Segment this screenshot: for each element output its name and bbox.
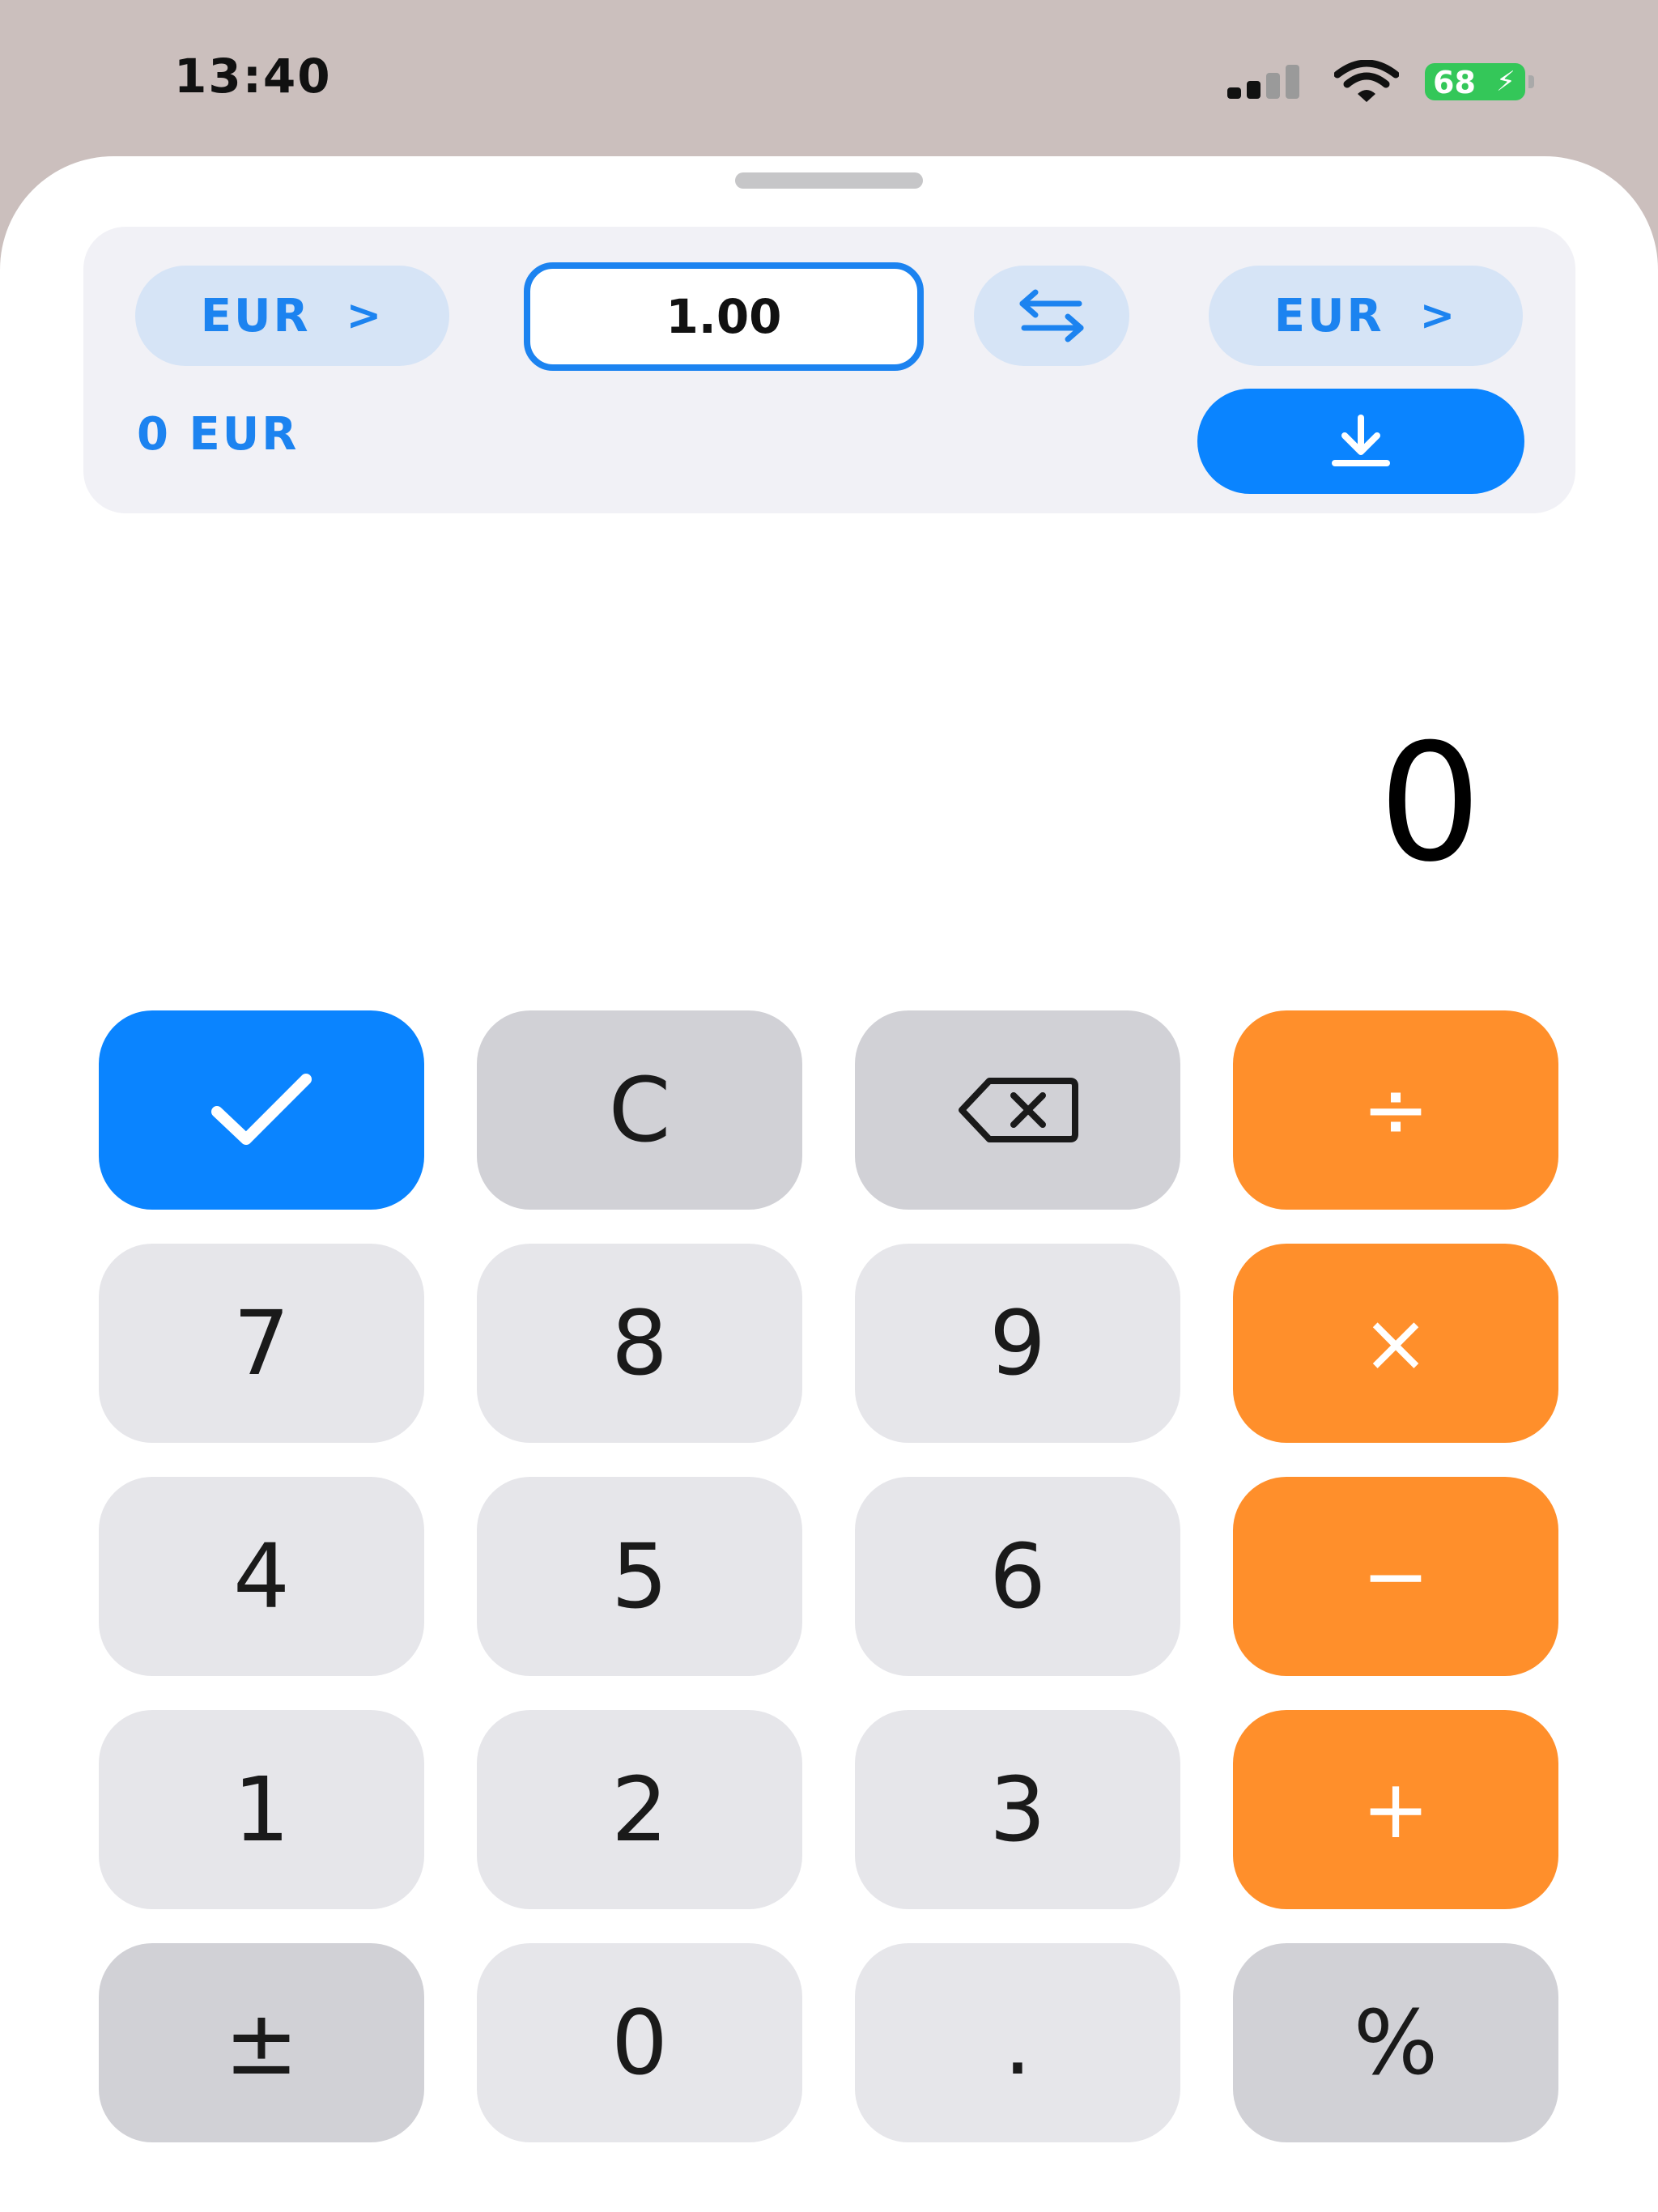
swap-currencies-button[interactable] xyxy=(974,266,1129,366)
confirm-button[interactable] xyxy=(99,1010,424,1210)
digit-3-button[interactable]: 3 xyxy=(855,1710,1180,1909)
status-bar: 13:40 68 ⚡ xyxy=(0,0,1658,158)
currency-converter-card: EUR > EUR > 0 EUR xyxy=(83,227,1575,513)
digit-0-button[interactable]: 0 xyxy=(477,1943,802,2142)
apply-conversion-button[interactable] xyxy=(1197,389,1524,494)
calculator-sheet: EUR > EUR > 0 EUR 0 xyxy=(0,156,1658,2212)
signal-icon xyxy=(1227,63,1305,99)
subtract-button[interactable]: − xyxy=(1233,1477,1558,1676)
digit-7-button[interactable]: 7 xyxy=(99,1244,424,1443)
keypad: C ÷ 7 8 9 × 4 5 6 − 1 2 3 + ± 0 . % xyxy=(99,1010,1558,2142)
to-currency-button[interactable]: EUR > xyxy=(1209,266,1523,366)
digit-2-button[interactable]: 2 xyxy=(477,1710,802,1909)
chevron-right-icon: > xyxy=(346,291,385,340)
bolt-icon: ⚡ xyxy=(1496,66,1516,98)
percent-button[interactable]: % xyxy=(1233,1943,1558,2142)
swap-arrows-icon xyxy=(1019,289,1084,342)
calculator-display: 0 xyxy=(1378,709,1482,898)
add-button[interactable]: + xyxy=(1233,1710,1558,1909)
from-currency-button[interactable]: EUR > xyxy=(135,266,449,366)
to-currency-label: EUR xyxy=(1273,289,1384,342)
wifi-icon xyxy=(1333,59,1400,102)
digit-9-button[interactable]: 9 xyxy=(855,1244,1180,1443)
chevron-right-icon: > xyxy=(1419,291,1458,340)
digit-5-button[interactable]: 5 xyxy=(477,1477,802,1676)
digit-6-button[interactable]: 6 xyxy=(855,1477,1180,1676)
backspace-button[interactable] xyxy=(855,1010,1180,1210)
backspace-icon xyxy=(959,1078,1078,1142)
digit-1-button[interactable]: 1 xyxy=(99,1710,424,1909)
amount-input[interactable] xyxy=(524,262,924,371)
sheet-grabber[interactable] xyxy=(735,172,923,189)
digit-4-button[interactable]: 4 xyxy=(99,1477,424,1676)
clear-button[interactable]: C xyxy=(477,1010,802,1210)
download-arrow-icon xyxy=(1332,415,1390,466)
digit-8-button[interactable]: 8 xyxy=(477,1244,802,1443)
battery-charging-icon: 68 ⚡ xyxy=(1425,63,1535,100)
decimal-point-button[interactable]: . xyxy=(855,1943,1180,2142)
checkmark-icon xyxy=(211,1074,312,1145)
battery-level: 68 xyxy=(1433,65,1476,100)
status-time: 13:40 xyxy=(174,49,332,104)
from-currency-label: EUR xyxy=(200,289,311,342)
multiply-button[interactable]: × xyxy=(1233,1244,1558,1443)
plus-minus-button[interactable]: ± xyxy=(99,1943,424,2142)
divide-button[interactable]: ÷ xyxy=(1233,1010,1558,1210)
converted-amount: 0 EUR xyxy=(137,408,300,461)
